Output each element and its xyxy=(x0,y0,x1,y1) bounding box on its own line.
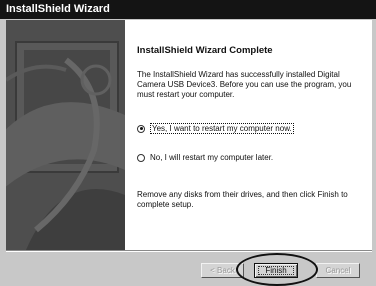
finish-instructions: Remove any disks from their drives, and … xyxy=(137,190,348,209)
wizard-side-graphic xyxy=(6,20,125,250)
radio-button[interactable] xyxy=(137,153,145,162)
title-bar[interactable]: InstallShield Wizard xyxy=(0,0,376,19)
wizard-content: InstallShield Wizard Complete The Instal… xyxy=(125,20,372,250)
completion-message: The InstallShield Wizard has successfull… xyxy=(137,70,352,99)
separator-line xyxy=(6,250,372,252)
restart-now-option[interactable]: Yes, I want to restart my computer now. xyxy=(137,123,294,134)
focus-rect xyxy=(258,266,294,275)
wizard-heading: InstallShield Wizard Complete xyxy=(137,45,273,56)
radio-button-selected[interactable] xyxy=(137,124,145,133)
radio-dot-icon xyxy=(139,127,143,130)
wizard-artwork-icon xyxy=(6,20,125,250)
window-title: InstallShield Wizard xyxy=(6,3,110,15)
back-button[interactable]: < Back xyxy=(201,263,244,278)
finish-button[interactable]: Finish xyxy=(254,263,298,278)
installshield-wizard-window: InstallShield Wizard InstallShield Wizar… xyxy=(0,0,376,286)
restart-later-label[interactable]: No, I will restart my computer later. xyxy=(150,153,273,162)
cancel-button[interactable]: Cancel xyxy=(316,263,360,278)
restart-later-option[interactable]: No, I will restart my computer later. xyxy=(137,153,273,162)
restart-now-label[interactable]: Yes, I want to restart my computer now. xyxy=(150,123,294,134)
